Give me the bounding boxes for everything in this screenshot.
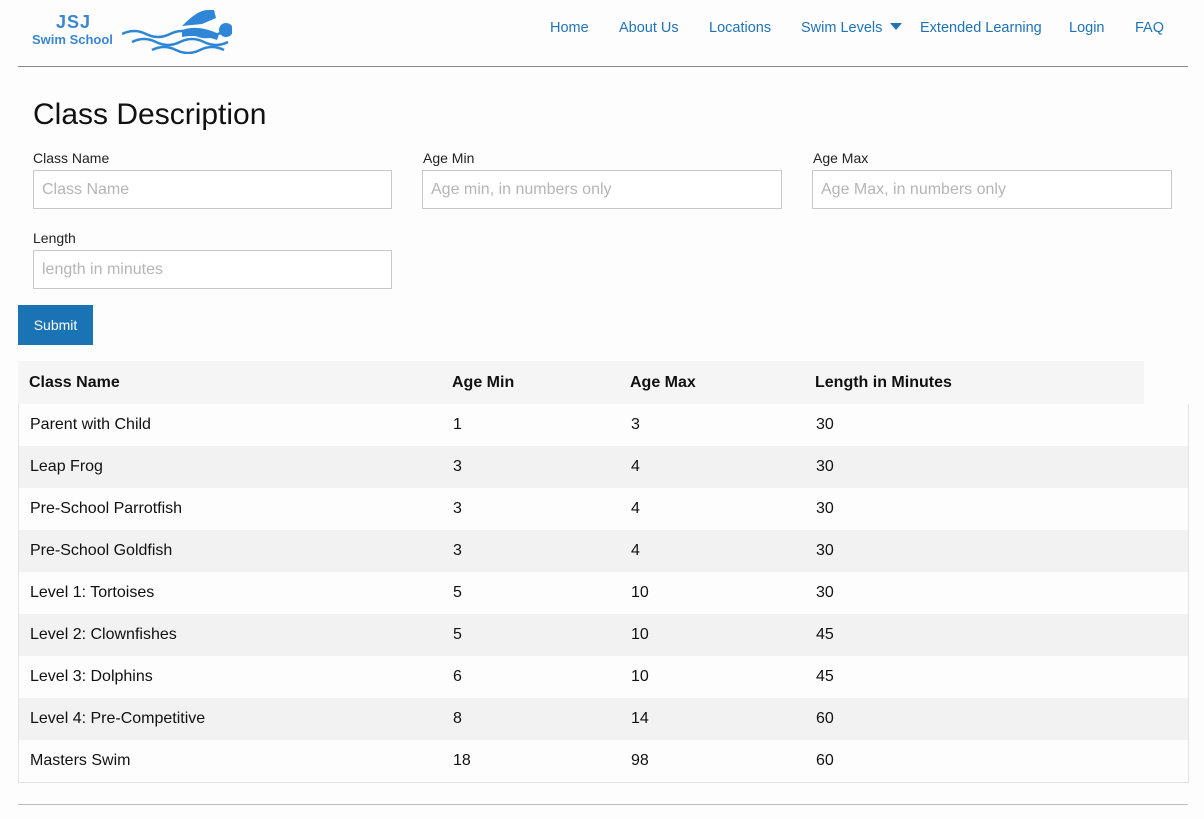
table-cell: 8 bbox=[453, 710, 462, 727]
table-cell: 30 bbox=[816, 542, 834, 559]
table-row: Level 1: Tortoises 5 10 30 bbox=[19, 572, 1188, 614]
length-label: Length bbox=[33, 230, 76, 246]
table-row: Level 4: Pre-Competitive 8 14 60 bbox=[19, 698, 1188, 740]
table-cell: 30 bbox=[816, 584, 834, 601]
footer-divider bbox=[18, 804, 1188, 805]
table-row: Level 2: Clownfishes 5 10 45 bbox=[19, 614, 1188, 656]
table-cell: 45 bbox=[816, 668, 834, 685]
nav-swim-levels-label: Swim Levels bbox=[801, 20, 883, 36]
length-input[interactable] bbox=[33, 250, 392, 289]
table-cell: 60 bbox=[816, 752, 834, 769]
class-name-label: Class Name bbox=[33, 150, 110, 166]
swimmer-icon bbox=[122, 10, 232, 54]
nav-login[interactable]: Login bbox=[1069, 20, 1104, 36]
table-cell: Leap Frog bbox=[30, 458, 103, 475]
table-cell: Level 2: Clownfishes bbox=[30, 626, 177, 643]
table-row: Parent with Child 1 3 30 bbox=[19, 404, 1188, 446]
nav-locations[interactable]: Locations bbox=[709, 20, 771, 36]
table-cell: Pre-School Goldfish bbox=[30, 542, 173, 559]
age-min-label: Age Min bbox=[423, 150, 475, 166]
nav-home[interactable]: Home bbox=[550, 20, 589, 36]
table-cell: 3 bbox=[453, 458, 462, 475]
table-row: Pre-School Parrotfish 3 4 30 bbox=[19, 488, 1188, 530]
column-header-age-max: Age Max bbox=[630, 374, 696, 391]
table-cell: 4 bbox=[631, 500, 640, 517]
table-cell: Pre-School Parrotfish bbox=[30, 500, 183, 517]
submit-button[interactable]: Submit bbox=[18, 305, 93, 345]
logo-subtitle: Swim School bbox=[32, 32, 113, 47]
table-cell: 5 bbox=[453, 584, 462, 601]
table-cell: 98 bbox=[631, 752, 649, 769]
table-header: Class Name Age Min Age Max Length in Min… bbox=[18, 361, 1144, 404]
table-cell: Level 4: Pre-Competitive bbox=[30, 710, 206, 727]
table-cell: Masters Swim bbox=[30, 752, 131, 769]
table-cell: 5 bbox=[453, 626, 462, 643]
column-header-class-name: Class Name bbox=[29, 374, 120, 391]
nav-extended-learning[interactable]: Extended Learning bbox=[920, 20, 1042, 36]
class-name-input[interactable] bbox=[33, 170, 392, 209]
table-cell: 3 bbox=[453, 542, 462, 559]
nav-about-us[interactable]: About Us bbox=[619, 20, 679, 36]
table-cell: 30 bbox=[816, 500, 834, 517]
table-cell: 10 bbox=[631, 626, 649, 643]
table-cell: 30 bbox=[816, 458, 834, 475]
caret-down-icon bbox=[890, 23, 903, 30]
table-cell: 45 bbox=[816, 626, 834, 643]
table-row: Leap Frog 3 4 30 bbox=[19, 446, 1188, 488]
table-body: Parent with Child 1 3 30 Leap Frog 3 4 30 Pre-Sc… bbox=[18, 404, 1189, 783]
table-cell: 10 bbox=[631, 584, 649, 601]
column-header-length: Length in Minutes bbox=[815, 374, 952, 391]
logo-title: JSJ bbox=[56, 12, 92, 32]
table-cell: Level 1: Tortoises bbox=[30, 584, 155, 601]
table-cell: 3 bbox=[453, 500, 462, 517]
table-row: Masters Swim 18 98 60 bbox=[19, 740, 1188, 782]
age-max-input[interactable] bbox=[812, 170, 1172, 209]
table-cell: 60 bbox=[816, 710, 834, 727]
class-table: Class Name Age Min Age Max Length in Min… bbox=[18, 361, 1189, 783]
site-logo[interactable]: JSJ Swim School bbox=[32, 4, 232, 54]
table-cell: Level 3: Dolphins bbox=[30, 668, 153, 685]
table-row: Level 3: Dolphins 6 10 45 bbox=[19, 656, 1188, 698]
table-cell: 4 bbox=[631, 458, 640, 475]
table-cell: 10 bbox=[631, 668, 649, 685]
page-title: Class Description bbox=[33, 98, 267, 131]
nav-faq[interactable]: FAQ bbox=[1135, 20, 1164, 36]
table-cell: 30 bbox=[816, 416, 834, 433]
table-cell: 14 bbox=[631, 710, 649, 727]
table-row: Pre-School Goldfish 3 4 30 bbox=[19, 530, 1188, 572]
table-cell: 1 bbox=[453, 416, 462, 433]
table-cell: 4 bbox=[631, 542, 640, 559]
table-cell: 6 bbox=[453, 668, 462, 685]
table-cell: 3 bbox=[631, 416, 640, 433]
age-min-input[interactable] bbox=[422, 170, 782, 209]
table-cell: 18 bbox=[453, 752, 471, 769]
nav-swim-levels[interactable]: Swim Levels bbox=[801, 20, 903, 36]
table-cell: Parent with Child bbox=[30, 416, 151, 433]
column-header-age-min: Age Min bbox=[452, 374, 515, 391]
site-header: JSJ Swim School Home About Us Locations … bbox=[18, 0, 1188, 67]
age-max-label: Age Max bbox=[813, 150, 869, 166]
